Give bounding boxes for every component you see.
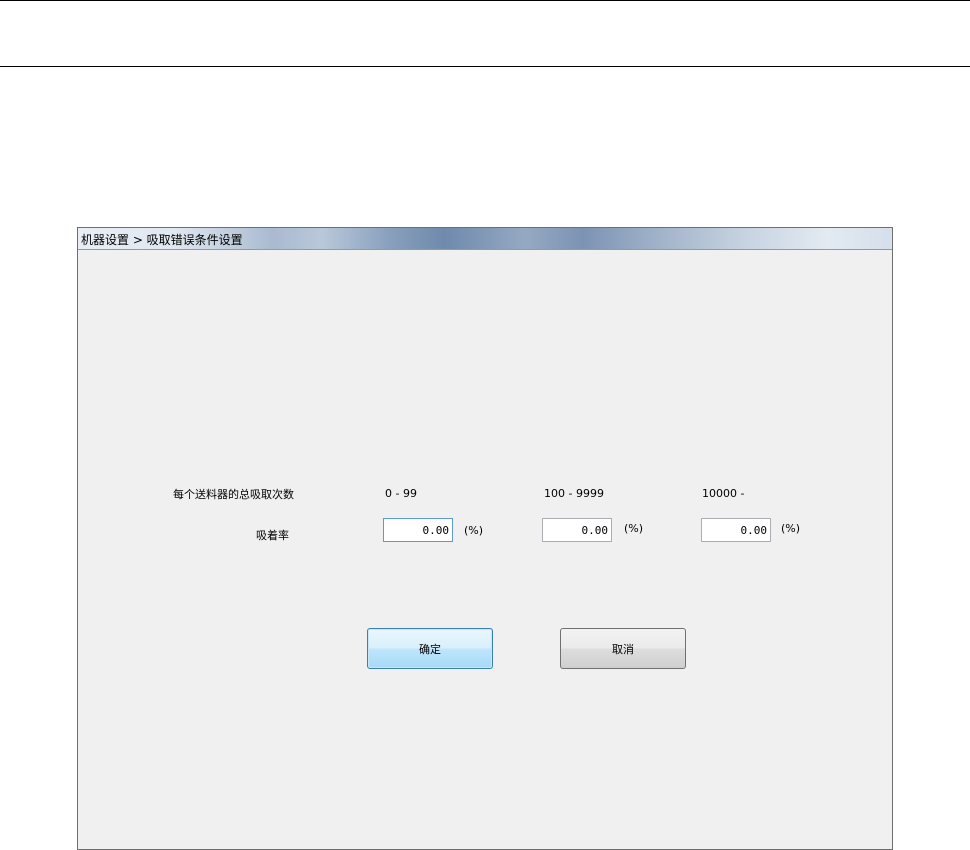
total-pickup-count-label: 每个送料器的总吸取次数 <box>173 488 294 501</box>
percent-unit-2: (%) <box>624 522 644 535</box>
pickup-rate-input-3[interactable] <box>701 518 771 542</box>
pickup-rate-input-1[interactable] <box>383 518 453 542</box>
window-title: 机器设置 > 吸取错误条件设置 <box>81 233 243 247</box>
pickup-rate-input-2[interactable] <box>542 518 612 542</box>
top-rule-lower <box>0 66 970 67</box>
ok-button[interactable]: 确定 <box>367 628 493 669</box>
pickup-rate-label: 吸着率 <box>256 529 289 542</box>
window-titlebar[interactable]: 机器设置 > 吸取错误条件设置 <box>78 228 892 250</box>
percent-unit-1: (%) <box>464 524 484 537</box>
window-client-area: 每个送料器的总吸取次数 0 - 99 100 - 9999 10000 - 吸着… <box>78 250 892 849</box>
range-label-3: 10000 - <box>702 487 745 500</box>
range-label-1: 0 - 99 <box>385 487 417 500</box>
range-label-2: 100 - 9999 <box>544 487 604 500</box>
percent-unit-3: (%) <box>781 522 801 535</box>
cancel-button[interactable]: 取消 <box>560 628 686 669</box>
pickup-error-settings-window: 机器设置 > 吸取错误条件设置 每个送料器的总吸取次数 0 - 99 100 -… <box>77 227 893 850</box>
top-rule <box>0 0 970 1</box>
